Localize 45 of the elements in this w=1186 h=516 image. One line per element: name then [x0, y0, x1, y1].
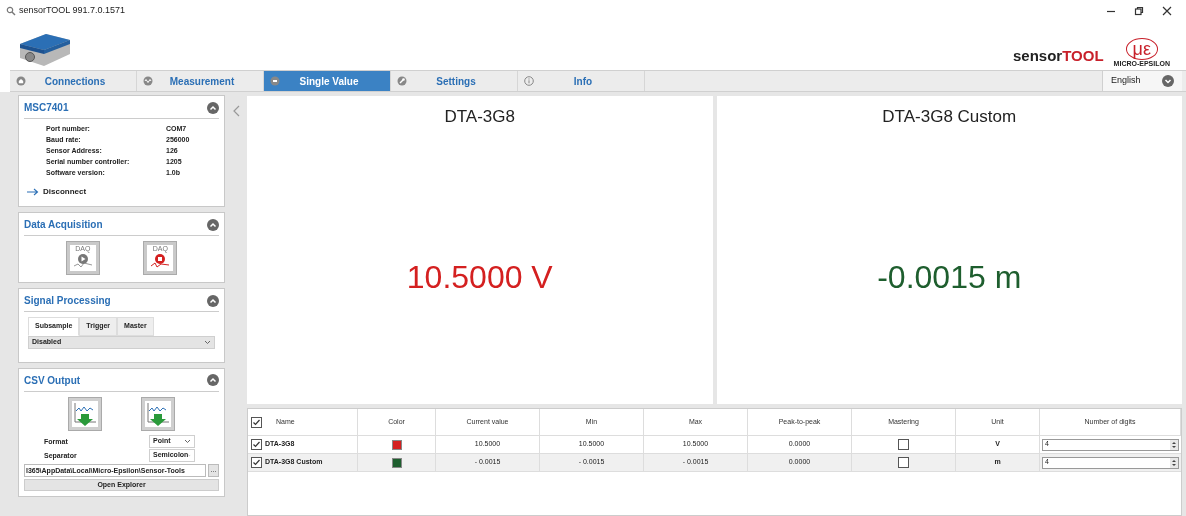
- stop-icon: [149, 253, 172, 269]
- arrow-icon: [26, 188, 39, 196]
- tab[interactable]: Connections: [10, 71, 137, 91]
- collapse-icon[interactable]: [207, 101, 219, 114]
- wave-icon: [143, 76, 153, 86]
- info-icon: [524, 76, 534, 86]
- language-dropdown[interactable]: English: [1102, 71, 1182, 91]
- panel-title: CSV Output: [24, 373, 81, 388]
- collapse-icon[interactable]: [207, 374, 219, 386]
- value-icon: [270, 76, 280, 86]
- tab[interactable]: Single Value: [264, 71, 391, 91]
- window-title: sensorTOOL 991.7.0.1571: [19, 4, 126, 18]
- csv-point-export-button[interactable]: [140, 396, 175, 431]
- color-swatch[interactable]: [391, 457, 402, 468]
- disconnect-link[interactable]: Disconnect: [24, 186, 219, 198]
- checked-checkbox[interactable]: [251, 416, 262, 428]
- checkbox[interactable]: [898, 457, 909, 468]
- wrench-icon: [397, 76, 407, 86]
- collapse-icon[interactable]: [207, 294, 219, 307]
- app-icon: [6, 6, 16, 16]
- spinner-arrows-icon[interactable]: [1170, 439, 1178, 450]
- chart-download-icon: [144, 400, 171, 427]
- panel-title: MSC7401: [24, 101, 69, 115]
- chart-download-icon: [72, 400, 99, 427]
- display-title: DTA-3G8 Custom: [882, 106, 1017, 128]
- csv-export-button[interactable]: [68, 396, 103, 431]
- checked-checkbox[interactable]: [251, 439, 262, 450]
- measured-value: -0.0015 m: [877, 257, 1022, 297]
- close-button[interactable]: [1162, 6, 1172, 16]
- dropdown-icon: [1162, 75, 1174, 87]
- spinner-arrows-icon[interactable]: [1170, 457, 1178, 468]
- product-name: sensorTOOL: [1013, 45, 1104, 66]
- tab[interactable]: Info: [518, 71, 645, 91]
- display-title: DTA-3G8: [444, 106, 515, 128]
- play-icon: [71, 253, 94, 269]
- panel-title: Data Acquisition: [24, 218, 103, 232]
- checked-checkbox[interactable]: [251, 457, 262, 468]
- home-icon: [16, 76, 26, 86]
- panel-title: Signal Processing: [24, 294, 111, 308]
- tab[interactable]: Settings: [391, 71, 518, 91]
- checkbox[interactable]: [898, 439, 909, 450]
- color-swatch[interactable]: [391, 439, 402, 450]
- measured-value: 10.5000 V: [406, 257, 553, 297]
- restore-button[interactable]: [1134, 6, 1144, 16]
- collapse-icon[interactable]: [207, 218, 219, 231]
